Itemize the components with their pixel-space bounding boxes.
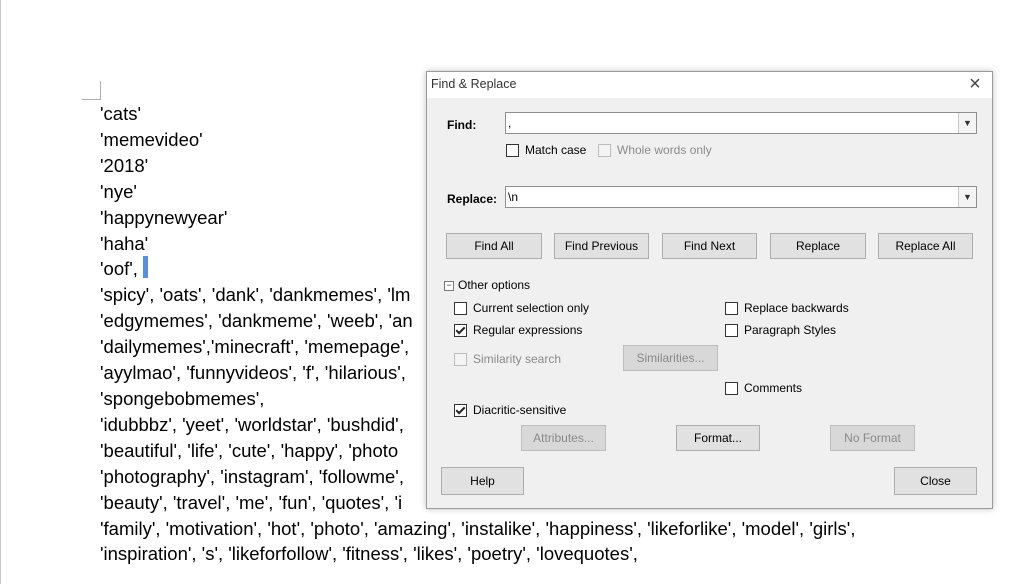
paragraph-styles-label: Paragraph Styles — [744, 323, 837, 337]
doc-line: 'dailymemes','minecraft', 'memepage', — [100, 336, 410, 357]
replace-input[interactable] — [508, 188, 948, 206]
no-format-button[interactable]: No Format — [830, 425, 915, 451]
doc-line: 'edgymemes', 'dankmeme', 'weeb', 'an — [100, 310, 413, 331]
checkbox-box[interactable] — [725, 301, 738, 315]
doc-line: 'inspiration', 's', 'likeforfollow', 'fi… — [100, 543, 638, 564]
other-options-label[interactable]: Other options — [458, 278, 530, 292]
checkbox-box[interactable] — [725, 381, 738, 395]
similarity-search-checkbox[interactable]: Similarity search — [454, 352, 561, 366]
replace-label: Replace: — [447, 192, 498, 206]
doc-line: 'spongebobmemes', — [100, 388, 265, 409]
replace-all-button[interactable]: Replace All — [878, 233, 973, 259]
close-button[interactable]: Close — [894, 467, 977, 495]
doc-line: 'idubbbz', 'yeet', 'worldstar', 'bushdid… — [100, 414, 404, 435]
doc-line: 'beauty', 'travel', 'me', 'fun', 'quotes… — [100, 492, 403, 513]
doc-line: 'cats' — [100, 103, 141, 124]
match-case-label: Match case — [525, 143, 587, 157]
similarities-button[interactable]: Similarities... — [623, 345, 718, 371]
comments-label: Comments — [744, 381, 803, 395]
doc-line: 'oof', — [100, 258, 138, 279]
checkbox-box[interactable] — [454, 301, 467, 315]
text-selection-highlight — [143, 256, 148, 278]
current-selection-label: Current selection only — [473, 301, 590, 315]
match-case-checkbox[interactable]: Match case — [506, 143, 586, 157]
whole-words-checkbox[interactable]: Whole words only — [598, 143, 712, 157]
doc-line: 'beautiful', 'life', 'cute', 'happy', 'p… — [100, 440, 399, 461]
attributes-button[interactable]: Attributes... — [521, 425, 606, 451]
current-selection-checkbox[interactable]: Current selection only — [454, 301, 589, 315]
checkbox-box[interactable] — [454, 403, 467, 417]
find-replace-dialog: Find & Replace × Find: ▼ Match case Whol… — [426, 71, 993, 509]
doc-line: 'nye' — [100, 181, 137, 202]
text-boundary-corner — [82, 81, 101, 100]
diacritic-sensitive-checkbox[interactable]: Diacritic-sensitive — [454, 403, 566, 417]
replace-combobox[interactable]: ▼ — [505, 186, 977, 208]
find-input[interactable] — [508, 114, 948, 132]
collapse-icon[interactable]: − — [444, 281, 454, 291]
close-icon[interactable]: × — [964, 74, 986, 96]
comments-checkbox[interactable]: Comments — [725, 381, 802, 395]
dialog-title: Find & Replace — [431, 77, 517, 91]
find-previous-button[interactable]: Find Previous — [554, 233, 649, 259]
checkbox-box[interactable] — [725, 323, 738, 337]
chevron-down-icon[interactable]: ▼ — [958, 187, 976, 207]
format-button[interactable]: Format... — [676, 425, 760, 451]
doc-line: 'ayylmao', 'funnyvideos', 'f', 'hilariou… — [100, 362, 406, 383]
dialog-titlebar[interactable]: Find & Replace × — [427, 72, 992, 98]
find-label: Find: — [447, 118, 477, 132]
replace-button[interactable]: Replace — [770, 233, 866, 259]
paragraph-styles-checkbox[interactable]: Paragraph Styles — [725, 323, 836, 337]
checkbox-box[interactable] — [454, 352, 467, 366]
doc-line: 'haha' — [100, 233, 149, 254]
find-combobox[interactable]: ▼ — [505, 112, 977, 134]
doc-line: '2018' — [100, 155, 149, 176]
whole-words-label: Whole words only — [617, 143, 712, 157]
checkbox-box[interactable] — [506, 143, 519, 157]
diacritic-sensitive-label: Diacritic-sensitive — [473, 403, 567, 417]
doc-line: 'happynewyear' — [100, 207, 228, 228]
help-button[interactable]: Help — [441, 467, 524, 495]
page-left-edge — [0, 0, 1, 584]
checkbox-box[interactable] — [598, 143, 611, 157]
checkbox-box[interactable] — [454, 323, 467, 337]
replace-backwards-label: Replace backwards — [744, 301, 849, 315]
replace-backwards-checkbox[interactable]: Replace backwards — [725, 301, 849, 315]
find-all-button[interactable]: Find All — [446, 233, 542, 259]
regular-expressions-checkbox[interactable]: Regular expressions — [454, 323, 582, 337]
doc-line: 'family', 'motivation', 'hot', 'photo', … — [100, 518, 856, 539]
doc-line: 'spicy', 'oats', 'dank', 'dankmemes', 'l… — [100, 284, 411, 305]
doc-line: 'photography', 'instagram', 'followme', — [100, 466, 404, 487]
similarity-search-label: Similarity search — [473, 352, 562, 366]
regular-expressions-label: Regular expressions — [473, 323, 583, 337]
find-next-button[interactable]: Find Next — [662, 233, 757, 259]
doc-line: 'memevideo' — [100, 129, 203, 150]
chevron-down-icon[interactable]: ▼ — [958, 113, 976, 133]
